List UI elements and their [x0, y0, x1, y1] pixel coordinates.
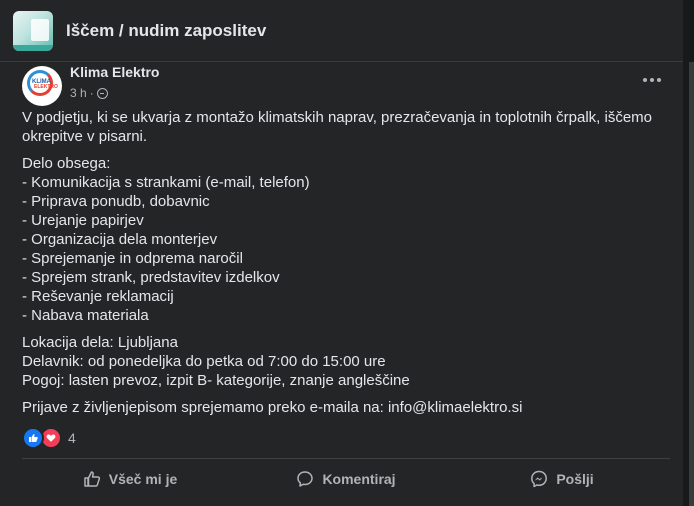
post-body: V podjetju, ki se ukvarja z montažo klim…: [22, 108, 662, 425]
post-timestamp[interactable]: 3 h: [70, 86, 87, 100]
post-card: KLIMA ELEKTRO Klima Elektro 3 h · V podj…: [0, 62, 683, 506]
post-time-row: 3 h ·: [70, 86, 159, 100]
work-scope-item: - Urejanje papirjev: [22, 212, 144, 229]
action-divider: [22, 458, 670, 459]
time-separator: ·: [89, 86, 94, 100]
scrollbar-track[interactable]: [689, 62, 694, 506]
post-action-bar: Všeč mi je Komentiraj Pošlji: [22, 462, 670, 496]
work-scope-item: - Sprejemanje in odprema naročil: [22, 250, 243, 267]
work-scope-item: - Sprejem strank, predstavitev izdelkov: [22, 269, 280, 286]
post-author-row: KLIMA ELEKTRO Klima Elektro 3 h ·: [22, 64, 159, 106]
thumbs-up-icon: [83, 470, 101, 488]
work-scope-item: - Nabava materiala: [22, 307, 149, 324]
job-workday: Delavnik: od ponedeljka do petka od 7:00…: [22, 353, 386, 370]
apply-instructions: Prijave z življenjepisom sprejemamo prek…: [22, 399, 523, 416]
comment-button[interactable]: Komentiraj: [238, 462, 454, 496]
work-scope-item: - Priprava ponudb, dobavnic: [22, 193, 210, 210]
post-intro: V podjetju, ki se ukvarja z montažo klim…: [22, 109, 653, 145]
work-scope-item: - Komunikacija s strankami (e-mail, tele…: [22, 174, 310, 191]
work-scope-item: - Organizacija dela monterjev: [22, 231, 218, 248]
job-location: Lokacija dela: Ljubljana: [22, 334, 178, 351]
job-details-section: Lokacija dela: Ljubljana Delavnik: od po…: [22, 333, 662, 390]
work-scope-section: Delo obsega: - Komunikacija s strankami …: [22, 154, 662, 325]
more-dot-icon: [657, 78, 661, 82]
globe-icon[interactable]: [96, 87, 108, 99]
group-header: Iščem / nudim zaposlitev: [0, 0, 683, 62]
more-dot-icon: [650, 78, 654, 82]
messenger-share-icon: [530, 470, 548, 488]
reaction-count: 4: [68, 430, 76, 446]
like-reaction-icon: [22, 427, 44, 449]
author-avatar[interactable]: KLIMA ELEKTRO: [22, 66, 62, 106]
job-requirements: Pogoj: lasten prevoz, izpit B- kategorij…: [22, 372, 410, 389]
comment-button-label: Komentiraj: [322, 471, 396, 487]
avatar-logo-subtext: ELEKTRO: [34, 84, 58, 90]
share-button[interactable]: Pošlji: [454, 462, 670, 496]
group-cover-thumbnail[interactable]: [13, 10, 53, 51]
comment-icon: [296, 470, 314, 488]
work-scope-item: - Reševanje reklamacij: [22, 288, 174, 305]
author-meta: Klima Elektro 3 h ·: [70, 64, 159, 100]
share-button-label: Pošlji: [556, 471, 594, 487]
reactions-summary[interactable]: 4: [22, 427, 76, 449]
work-scope-heading: Delo obsega:: [22, 155, 111, 172]
like-button[interactable]: Všeč mi je: [22, 462, 238, 496]
post-options-button[interactable]: [638, 66, 666, 94]
group-title[interactable]: Iščem / nudim zaposlitev: [66, 21, 266, 41]
like-button-label: Všeč mi je: [108, 471, 178, 487]
author-name[interactable]: Klima Elektro: [70, 64, 159, 80]
more-dot-icon: [643, 78, 647, 82]
